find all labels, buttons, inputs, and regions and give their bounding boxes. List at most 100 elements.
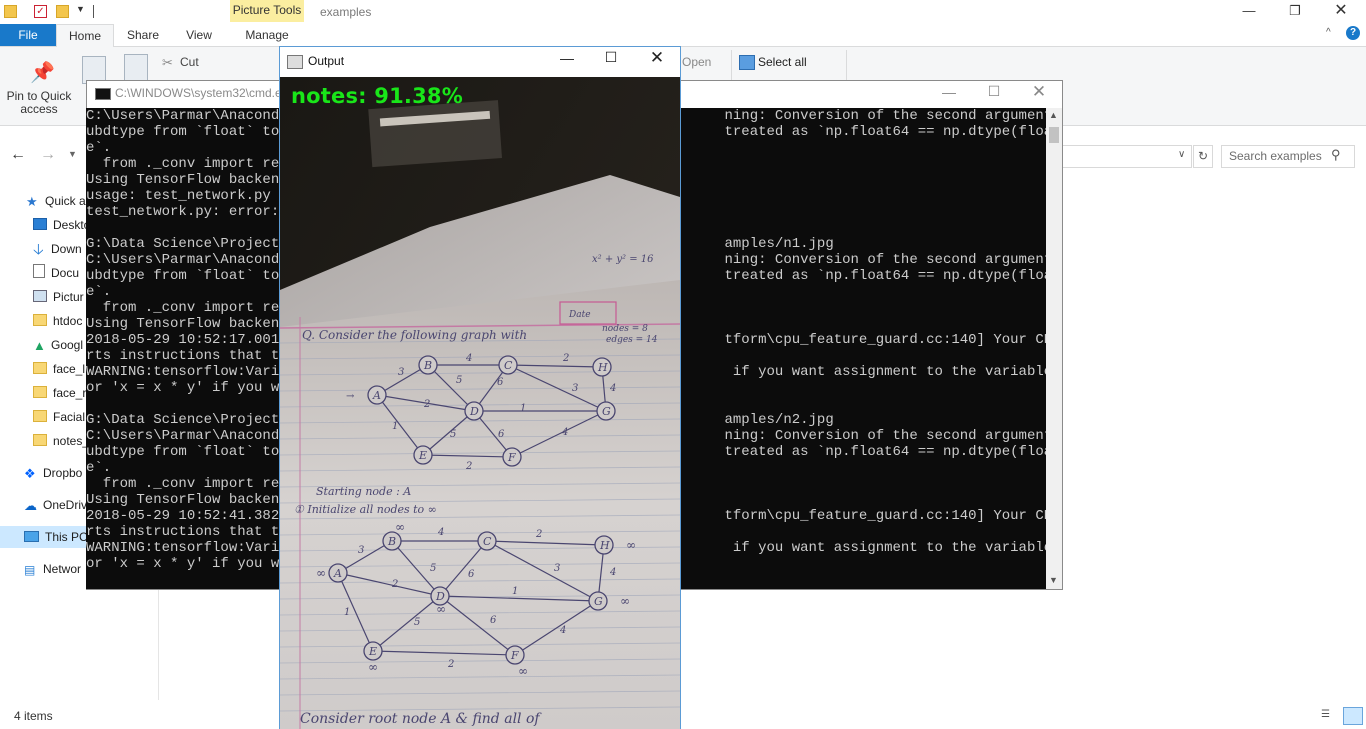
- nav-item-face-l[interactable]: face_l: [33, 358, 85, 380]
- output-maximize-button[interactable]: ☐: [589, 49, 633, 66]
- infinity-label: ∞: [626, 538, 636, 552]
- minimize-button[interactable]: —: [1226, 0, 1272, 22]
- nav-item-google-drive[interactable]: ▲ Googl: [33, 334, 83, 356]
- collapse-ribbon-icon[interactable]: ^: [1326, 27, 1331, 38]
- graph-node-label: A: [333, 567, 342, 580]
- nav-label: Googl: [51, 338, 84, 352]
- search-icon[interactable]: ⚲: [1331, 147, 1341, 163]
- edge-weight: 5: [450, 429, 456, 440]
- document-icon: [33, 264, 45, 278]
- nav-label: OneDriv: [43, 498, 88, 512]
- google-drive-icon: ▲: [33, 338, 46, 353]
- edge-weight: 4: [437, 527, 444, 538]
- edge-weight: 3: [572, 383, 578, 394]
- notebook-photo: Date x² + y² = 16 Q. Consider the follow…: [280, 77, 680, 729]
- nav-item-face-r[interactable]: face_r: [33, 382, 86, 404]
- edges-count: edges = 14: [606, 335, 658, 345]
- select-all-icon[interactable]: [739, 55, 755, 70]
- properties-icon[interactable]: ✓: [34, 5, 47, 18]
- open-button[interactable]: Open: [682, 55, 711, 69]
- close-button[interactable]: ✕: [1318, 0, 1364, 22]
- cmd-minimize-button[interactable]: —: [926, 84, 972, 100]
- folder-icon: [33, 434, 47, 446]
- nav-item-network[interactable]: ▤ Networ: [24, 558, 81, 580]
- edge-weight: 1: [392, 421, 398, 432]
- graph-node-label: D: [469, 405, 479, 418]
- select-all-button[interactable]: Select all: [758, 55, 807, 69]
- prediction-label: notes: 91.38%: [291, 84, 463, 108]
- nav-item-pictures[interactable]: Pictur: [33, 286, 84, 308]
- nav-label: This PC: [45, 530, 88, 544]
- nav-label: Deskto: [53, 218, 91, 232]
- scroll-up-icon[interactable]: ▲: [1049, 110, 1058, 120]
- computer-icon: [24, 531, 39, 542]
- graph-node-label: E: [418, 449, 427, 462]
- cut-icon[interactable]: ✂: [162, 55, 173, 71]
- chevron-down-icon[interactable]: ∨: [1178, 149, 1185, 160]
- tab-manage[interactable]: Manage: [232, 24, 302, 46]
- nav-item-downloads[interactable]: 🡣 Down: [33, 238, 82, 260]
- pin-icon[interactable]: 📌: [30, 60, 55, 84]
- date-label: Date: [568, 310, 591, 320]
- nav-label: face_l: [53, 362, 86, 376]
- address-bar[interactable]: [1063, 145, 1192, 168]
- star-icon: ★: [26, 194, 38, 209]
- tab-share[interactable]: Share: [116, 24, 170, 46]
- help-icon[interactable]: ?: [1346, 26, 1360, 40]
- edge-weight: 1: [344, 607, 350, 618]
- nav-item-dropbox[interactable]: ❖ Dropbo: [24, 462, 82, 484]
- scroll-down-icon[interactable]: ▼: [1049, 575, 1058, 585]
- infinity-label: ∞: [436, 602, 446, 616]
- edge-weight: 5: [430, 563, 436, 574]
- nav-item-onedrive[interactable]: ☁ OneDriv: [24, 494, 87, 516]
- folder-icon[interactable]: [4, 5, 17, 18]
- details-view-icon[interactable]: ☰: [1321, 709, 1337, 722]
- large-icons-view-icon[interactable]: [1343, 707, 1363, 725]
- folder-icon: [33, 362, 47, 374]
- graph-node-label: G: [594, 595, 603, 608]
- pin-label-line1: Pin to Quick: [6, 89, 72, 103]
- pin-to-quick-access-button[interactable]: Pin to Quick access: [4, 90, 74, 116]
- new-folder-icon[interactable]: [56, 5, 69, 18]
- divider: [93, 5, 94, 18]
- tab-file[interactable]: File: [0, 24, 56, 46]
- edge-weight: 6: [497, 377, 504, 388]
- output-minimize-button[interactable]: —: [545, 50, 589, 66]
- tab-home[interactable]: Home: [56, 24, 114, 47]
- scrollbar-thumb[interactable]: [1049, 127, 1059, 143]
- forward-icon[interactable]: →: [40, 146, 56, 164]
- picture-tools-context-tab: Picture Tools: [230, 0, 304, 22]
- back-icon[interactable]: ←: [10, 146, 26, 164]
- nav-item-desktop[interactable]: Deskto: [33, 214, 90, 236]
- edge-weight: 1: [512, 586, 518, 597]
- edge-weight: 4: [609, 383, 616, 394]
- cut-button[interactable]: Cut: [180, 55, 199, 69]
- tab-view[interactable]: View: [172, 24, 226, 46]
- edge-weight: 2: [465, 461, 472, 472]
- nav-label: Dropbo: [43, 466, 83, 480]
- nav-item-this-pc[interactable]: This PC: [24, 526, 88, 548]
- network-icon: ▤: [24, 563, 36, 577]
- nav-item-documents[interactable]: Docu: [33, 262, 79, 284]
- cmd-scrollbar[interactable]: [1046, 108, 1062, 589]
- desktop-icon: [33, 218, 47, 230]
- graph-node-label: B: [423, 359, 432, 372]
- output-close-button[interactable]: ✕: [635, 48, 679, 68]
- refresh-icon[interactable]: ↻: [1193, 145, 1213, 168]
- recent-locations-icon[interactable]: ▼: [68, 149, 77, 159]
- nav-item-facial[interactable]: Facial: [33, 406, 85, 428]
- download-icon: 🡣: [33, 241, 44, 258]
- nav-item-htdocs[interactable]: htdoc: [33, 310, 82, 332]
- nav-item-quick-access[interactable]: ★ Quick a: [26, 190, 86, 212]
- customize-quick-access-icon[interactable]: ▼: [76, 4, 85, 14]
- nav-item-notes[interactable]: notes_: [33, 430, 89, 452]
- onedrive-icon: ☁: [24, 498, 37, 513]
- cmd-close-button[interactable]: ✕: [1017, 82, 1061, 102]
- cmd-maximize-button[interactable]: ☐: [972, 83, 1016, 100]
- nav-label: Networ: [43, 562, 82, 576]
- edge-weight: 4: [465, 353, 472, 364]
- edge-weight: 3: [554, 563, 560, 574]
- restore-button[interactable]: ❐: [1272, 0, 1318, 22]
- cmd-title: C:\WINDOWS\system32\cmd.e: [115, 86, 282, 100]
- status-item-count: 4 items: [14, 709, 53, 723]
